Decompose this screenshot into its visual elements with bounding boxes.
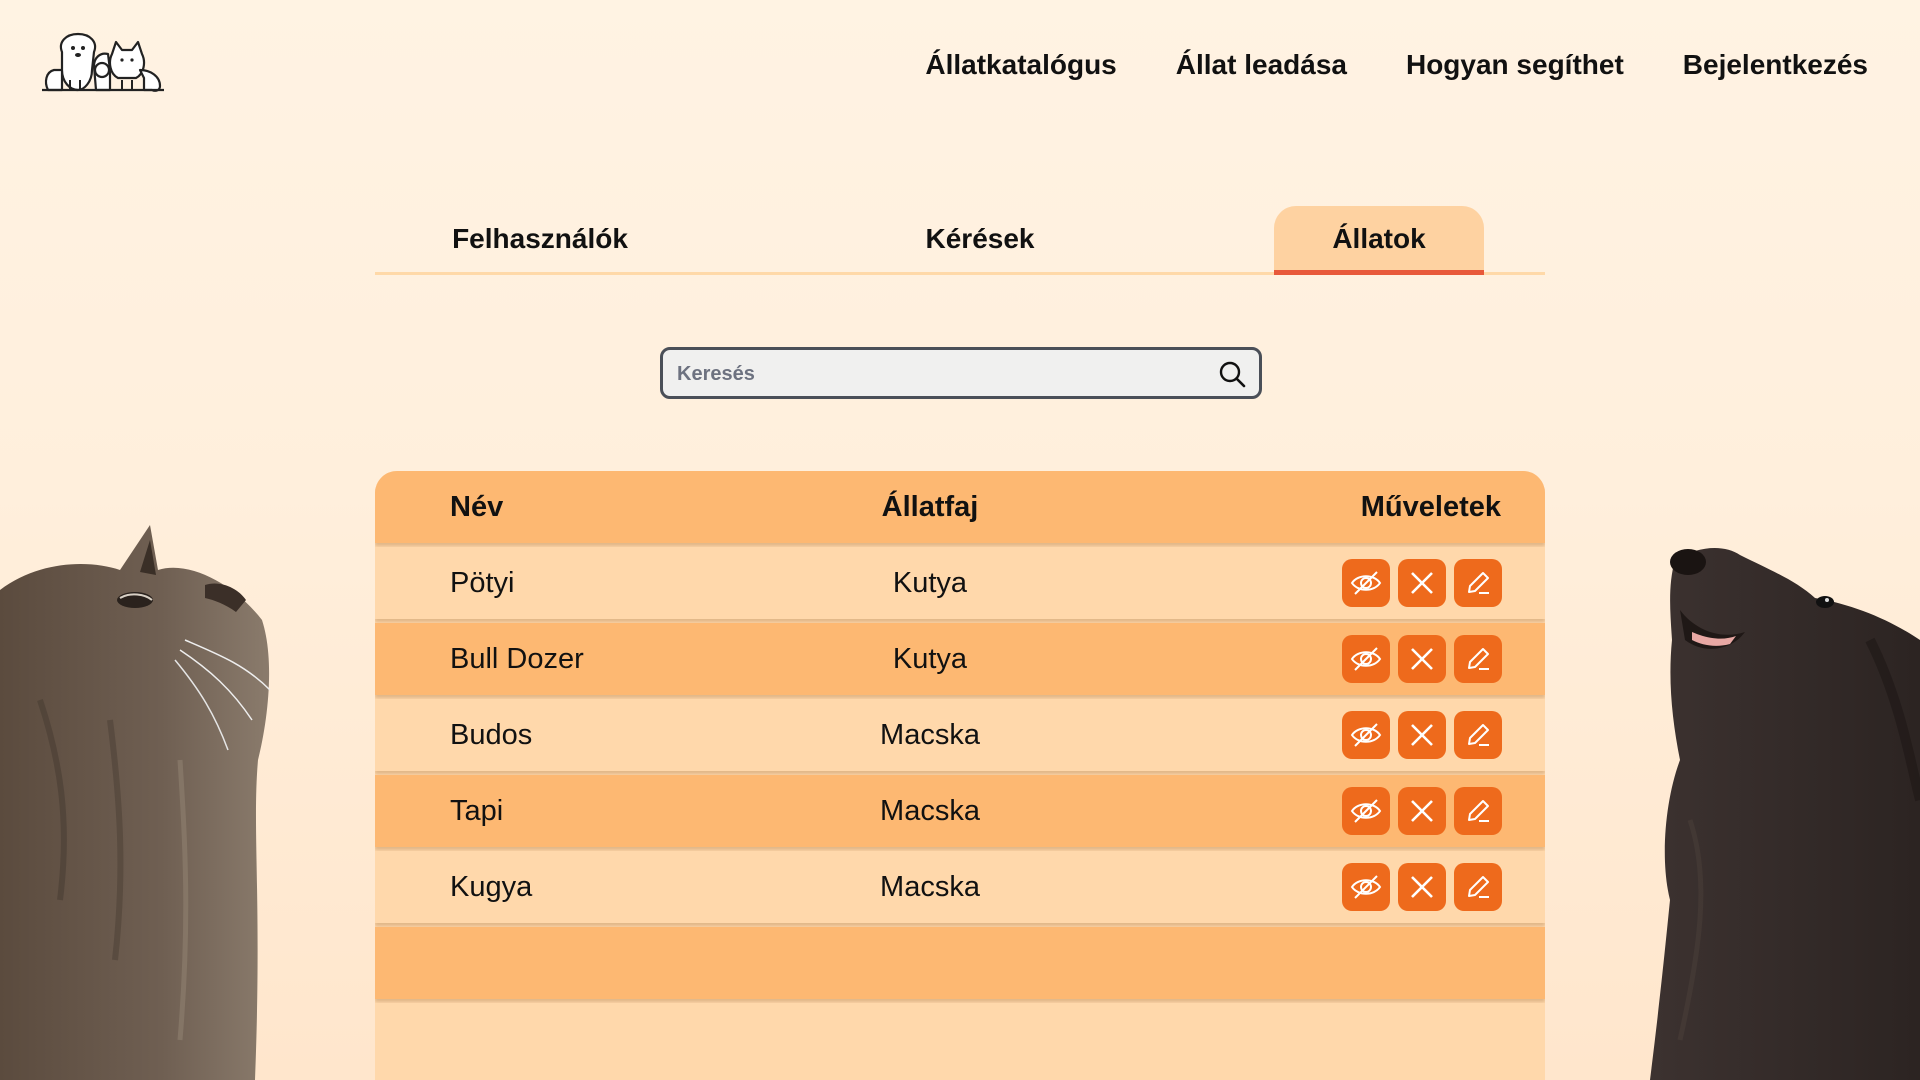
- animal-species: Macska: [880, 719, 980, 751]
- empty-row: [375, 927, 1545, 999]
- tab-animals[interactable]: Állatok: [1274, 206, 1484, 275]
- main-nav: Állatkatalógus Állat leadása Hogyan segí…: [925, 44, 1868, 86]
- table-row: Kugya Macska: [375, 851, 1545, 923]
- header-species: Állatfaj: [881, 491, 979, 523]
- animal-species: Kutya: [892, 567, 968, 599]
- row-actions: [1342, 787, 1502, 835]
- dog-photo: [1650, 548, 1920, 1080]
- close-icon: [1411, 724, 1433, 746]
- animal-name: Bull Dozer: [450, 643, 584, 675]
- hide-button[interactable]: [1342, 787, 1390, 835]
- eye-off-icon: [1350, 799, 1382, 823]
- eye-off-icon: [1350, 647, 1382, 671]
- hide-button[interactable]: [1342, 863, 1390, 911]
- pencil-icon: [1468, 572, 1489, 594]
- hide-button[interactable]: [1342, 711, 1390, 759]
- row-actions: [1342, 635, 1502, 683]
- row-actions: [1342, 559, 1502, 607]
- edit-button[interactable]: [1454, 559, 1502, 607]
- logo[interactable]: [40, 30, 166, 96]
- delete-button[interactable]: [1398, 863, 1446, 911]
- hide-button[interactable]: [1342, 559, 1390, 607]
- nav-catalog[interactable]: Állatkatalógus: [925, 44, 1116, 86]
- edit-button[interactable]: [1454, 863, 1502, 911]
- nav-login[interactable]: Bejelentkezés: [1683, 44, 1868, 86]
- nav-surrender[interactable]: Állat leadása: [1176, 44, 1347, 86]
- search-input[interactable]: [675, 350, 1199, 398]
- close-icon: [1411, 648, 1433, 670]
- eye-off-icon: [1350, 875, 1382, 899]
- search-box: [660, 347, 1262, 399]
- animal-species: Macska: [880, 871, 980, 903]
- hide-button[interactable]: [1342, 635, 1390, 683]
- pencil-icon: [1468, 800, 1489, 822]
- search-icon[interactable]: [1217, 359, 1247, 389]
- close-icon: [1411, 876, 1433, 898]
- animal-name: Budos: [450, 719, 533, 751]
- edit-button[interactable]: [1454, 711, 1502, 759]
- header-name: Név: [450, 491, 504, 523]
- empty-row: [375, 1003, 1545, 1075]
- table-row: Bull Dozer Kutya: [375, 623, 1545, 695]
- pencil-icon: [1468, 876, 1489, 898]
- header-actions: Műveletek: [1360, 491, 1501, 523]
- delete-button[interactable]: [1398, 711, 1446, 759]
- tab-requests[interactable]: Kérések: [900, 206, 1060, 272]
- animal-name: Pötyi: [450, 567, 515, 599]
- animal-species: Macska: [880, 795, 980, 827]
- delete-button[interactable]: [1398, 635, 1446, 683]
- animals-table: Név Állatfaj Műveletek Pötyi Kutya Bull …: [375, 471, 1545, 1080]
- edit-button[interactable]: [1454, 635, 1502, 683]
- pencil-icon: [1468, 724, 1489, 746]
- tab-users[interactable]: Felhasználók: [450, 206, 630, 272]
- admin-tabs: Felhasználók Kérések Állatok: [375, 206, 1545, 275]
- close-icon: [1411, 572, 1433, 594]
- animal-name: Tapi: [450, 795, 504, 827]
- row-actions: [1342, 863, 1502, 911]
- animal-species: Kutya: [892, 643, 968, 675]
- delete-button[interactable]: [1398, 787, 1446, 835]
- table-row: Tapi Macska: [375, 775, 1545, 847]
- eye-off-icon: [1350, 571, 1382, 595]
- close-icon: [1411, 800, 1433, 822]
- nav-help[interactable]: Hogyan segíthet: [1406, 44, 1624, 86]
- table-row: Budos Macska: [375, 699, 1545, 771]
- edit-button[interactable]: [1454, 787, 1502, 835]
- row-actions: [1342, 711, 1502, 759]
- table-row: Pötyi Kutya: [375, 547, 1545, 619]
- eye-off-icon: [1350, 723, 1382, 747]
- pencil-icon: [1468, 648, 1489, 670]
- animal-name: Kugya: [450, 871, 533, 903]
- table-header: Név Állatfaj Műveletek: [375, 471, 1545, 543]
- delete-button[interactable]: [1398, 559, 1446, 607]
- cat-photo: [0, 525, 271, 1080]
